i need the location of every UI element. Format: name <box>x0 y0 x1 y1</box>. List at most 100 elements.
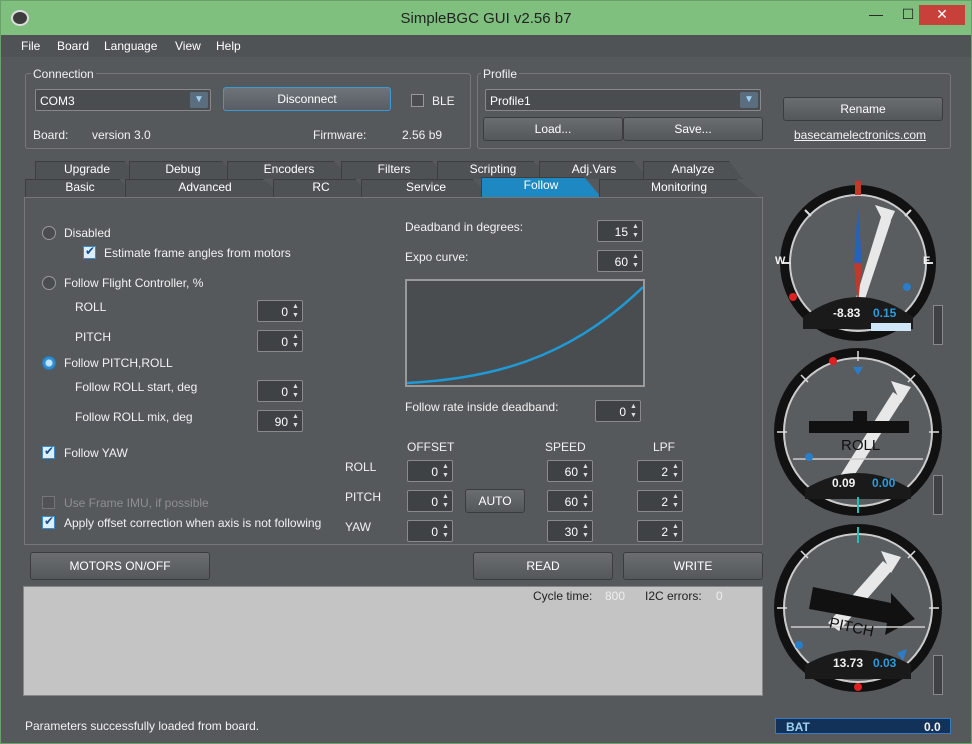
status-message: Parameters successfully loaded from boar… <box>25 719 260 733</box>
close-button[interactable]: ✕ <box>919 5 965 25</box>
profile-value: Profile1 <box>490 94 531 108</box>
tab-adj-vars[interactable]: Adj.Vars <box>539 161 649 179</box>
tab-upgrade[interactable]: Upgrade <box>35 161 139 179</box>
expo-curve-line <box>406 286 644 385</box>
yaw-gauge: W E -8.83 0.15 <box>775 177 941 343</box>
spinner-arrows-icon[interactable]: ▲ ▼ <box>580 522 591 540</box>
tab-monitoring[interactable]: Monitoring <box>599 179 759 197</box>
estimate-angles-label: Estimate frame angles from motors <box>104 246 291 260</box>
deadband-input[interactable]: 15 ▲ ▼ <box>597 220 643 242</box>
tab-basic[interactable]: Basic <box>25 179 135 197</box>
expo-input[interactable]: 60 ▲ ▼ <box>597 250 643 272</box>
spinner-arrows-icon[interactable]: ▲ ▼ <box>630 252 641 270</box>
follow-pitch-roll-label: Follow PITCH,ROLL <box>64 356 173 370</box>
spinner-arrows-icon[interactable]: ▲ ▼ <box>580 492 591 510</box>
rate-input[interactable]: 0 ▲ ▼ <box>595 400 641 422</box>
spinner-arrows-icon[interactable]: ▲ ▼ <box>628 402 639 420</box>
spinner-arrows-icon[interactable]: ▲ ▼ <box>670 522 681 540</box>
cycle-time-label: Cycle time: <box>533 589 593 603</box>
spinner-arrows-icon[interactable]: ▲ ▼ <box>290 382 301 400</box>
menu-board[interactable]: Board <box>57 39 89 53</box>
speed-column-header: SPEED <box>545 440 586 454</box>
follow-pitch-roll-radio[interactable] <box>42 356 56 370</box>
spinner-arrows-icon[interactable]: ▲ ▼ <box>580 462 591 480</box>
save-button[interactable]: Save... <box>623 117 763 141</box>
roll-offset-input[interactable]: 0 ▲ ▼ <box>407 460 453 482</box>
yaw-lpf-input[interactable]: 2 ▲ ▼ <box>637 520 683 542</box>
apply-offset-checkbox[interactable] <box>42 514 55 529</box>
spinner-arrows-icon[interactable]: ▲ ▼ <box>290 302 301 320</box>
port-select[interactable]: COM3 ▼ <box>35 89 211 111</box>
tab-service[interactable]: Service <box>361 179 491 197</box>
follow-yaw-label: Follow YAW <box>64 446 128 460</box>
roll-start-input[interactable]: 0 ▲ ▼ <box>257 380 303 402</box>
board-value: version 3.0 <box>92 128 151 142</box>
fc-roll-input[interactable]: 0 ▲ ▼ <box>257 300 303 322</box>
expo-label: Expo curve: <box>405 250 469 264</box>
window-title: SimpleBGC GUI v2.56 b7 <box>400 10 572 27</box>
disabled-radio[interactable] <box>42 226 56 240</box>
tab-analyze[interactable]: Analyze <box>643 161 743 179</box>
rate-value: 0 <box>619 405 626 419</box>
roll-lpf-input[interactable]: 2 ▲ ▼ <box>637 460 683 482</box>
tab-advanced[interactable]: Advanced <box>125 179 285 197</box>
yaw-level-bar <box>933 305 943 345</box>
tab-rc[interactable]: RC <box>273 179 369 197</box>
write-button[interactable]: WRITE <box>623 552 763 580</box>
roll-speed-input[interactable]: 60 ▲ ▼ <box>547 460 593 482</box>
firmware-value: 2.56 b9 <box>402 128 443 142</box>
menu-file[interactable]: File <box>21 39 40 53</box>
auto-button[interactable]: AUTO <box>465 489 525 513</box>
menu-view[interactable]: View <box>175 39 201 53</box>
offset-column-header: OFFSET <box>407 440 455 454</box>
motors-on-off-button[interactable]: MOTORS ON/OFF <box>30 552 210 580</box>
follow-fc-radio[interactable] <box>42 276 56 290</box>
menu-help[interactable]: Help <box>216 39 241 53</box>
pitch-lpf-input[interactable]: 2 ▲ ▼ <box>637 490 683 512</box>
tab-scripting[interactable]: Scripting <box>437 161 549 179</box>
roll-rate-value: 0.00 <box>872 476 896 490</box>
use-frame-imu-label: Use Frame IMU, if possible <box>64 496 209 510</box>
yaw-speed-input[interactable]: 30 ▲ ▼ <box>547 520 593 542</box>
pitch-speed-value: 60 <box>564 495 578 509</box>
profile-select[interactable]: Profile1 ▼ <box>485 89 761 111</box>
roll-lpf-value: 2 <box>661 465 668 479</box>
east-marker: E <box>923 255 931 267</box>
read-button[interactable]: READ <box>473 552 613 580</box>
tab-debug[interactable]: Debug <box>129 161 237 179</box>
tab-filters[interactable]: Filters <box>341 161 447 179</box>
deadband-value: 15 <box>614 225 628 239</box>
roll-gauge-svg <box>774 348 942 516</box>
fc-pitch-input[interactable]: 0 ▲ ▼ <box>257 330 303 352</box>
minimize-button[interactable]: — <box>861 5 891 25</box>
spinner-arrows-icon[interactable]: ▲ ▼ <box>440 462 451 480</box>
tab-encoders[interactable]: Encoders <box>227 161 351 179</box>
menu-language[interactable]: Language <box>104 39 157 53</box>
tab-follow[interactable]: Follow <box>481 177 601 197</box>
spinner-arrows-icon[interactable]: ▲ ▼ <box>290 412 301 430</box>
roll-start-value: 0 <box>281 385 288 399</box>
i2c-errors-value: 0 <box>716 589 723 603</box>
estimate-angles-checkbox[interactable] <box>83 244 96 259</box>
pitch-offset-input[interactable]: 0 ▲ ▼ <box>407 490 453 512</box>
chevron-down-icon: ▼ <box>190 92 208 108</box>
spinner-arrows-icon[interactable]: ▲ ▼ <box>670 492 681 510</box>
spinner-arrows-icon[interactable]: ▲ ▼ <box>440 522 451 540</box>
follow-yaw-checkbox[interactable] <box>42 444 55 459</box>
use-frame-imu-checkbox[interactable] <box>42 496 55 509</box>
pitch-speed-input[interactable]: 60 ▲ ▼ <box>547 490 593 512</box>
basecam-link[interactable]: basecamelectronics.com <box>794 128 926 142</box>
rename-button[interactable]: Rename <box>783 97 943 121</box>
fc-pitch-label: PITCH <box>75 330 111 344</box>
load-button[interactable]: Load... <box>483 117 623 141</box>
cycle-time-value: 800 <box>605 589 626 603</box>
spinner-arrows-icon[interactable]: ▲ ▼ <box>440 492 451 510</box>
spinner-arrows-icon[interactable]: ▲ ▼ <box>290 332 301 350</box>
yaw-offset-input[interactable]: 0 ▲ ▼ <box>407 520 453 542</box>
spinner-arrows-icon[interactable]: ▲ ▼ <box>630 222 641 240</box>
roll-mix-input[interactable]: 90 ▲ ▼ <box>257 410 303 432</box>
spinner-arrows-icon[interactable]: ▲ ▼ <box>670 462 681 480</box>
ble-checkbox[interactable] <box>411 94 424 107</box>
apply-offset-label: Apply offset correction when axis is not… <box>64 516 322 530</box>
disconnect-button[interactable]: Disconnect <box>223 87 391 111</box>
